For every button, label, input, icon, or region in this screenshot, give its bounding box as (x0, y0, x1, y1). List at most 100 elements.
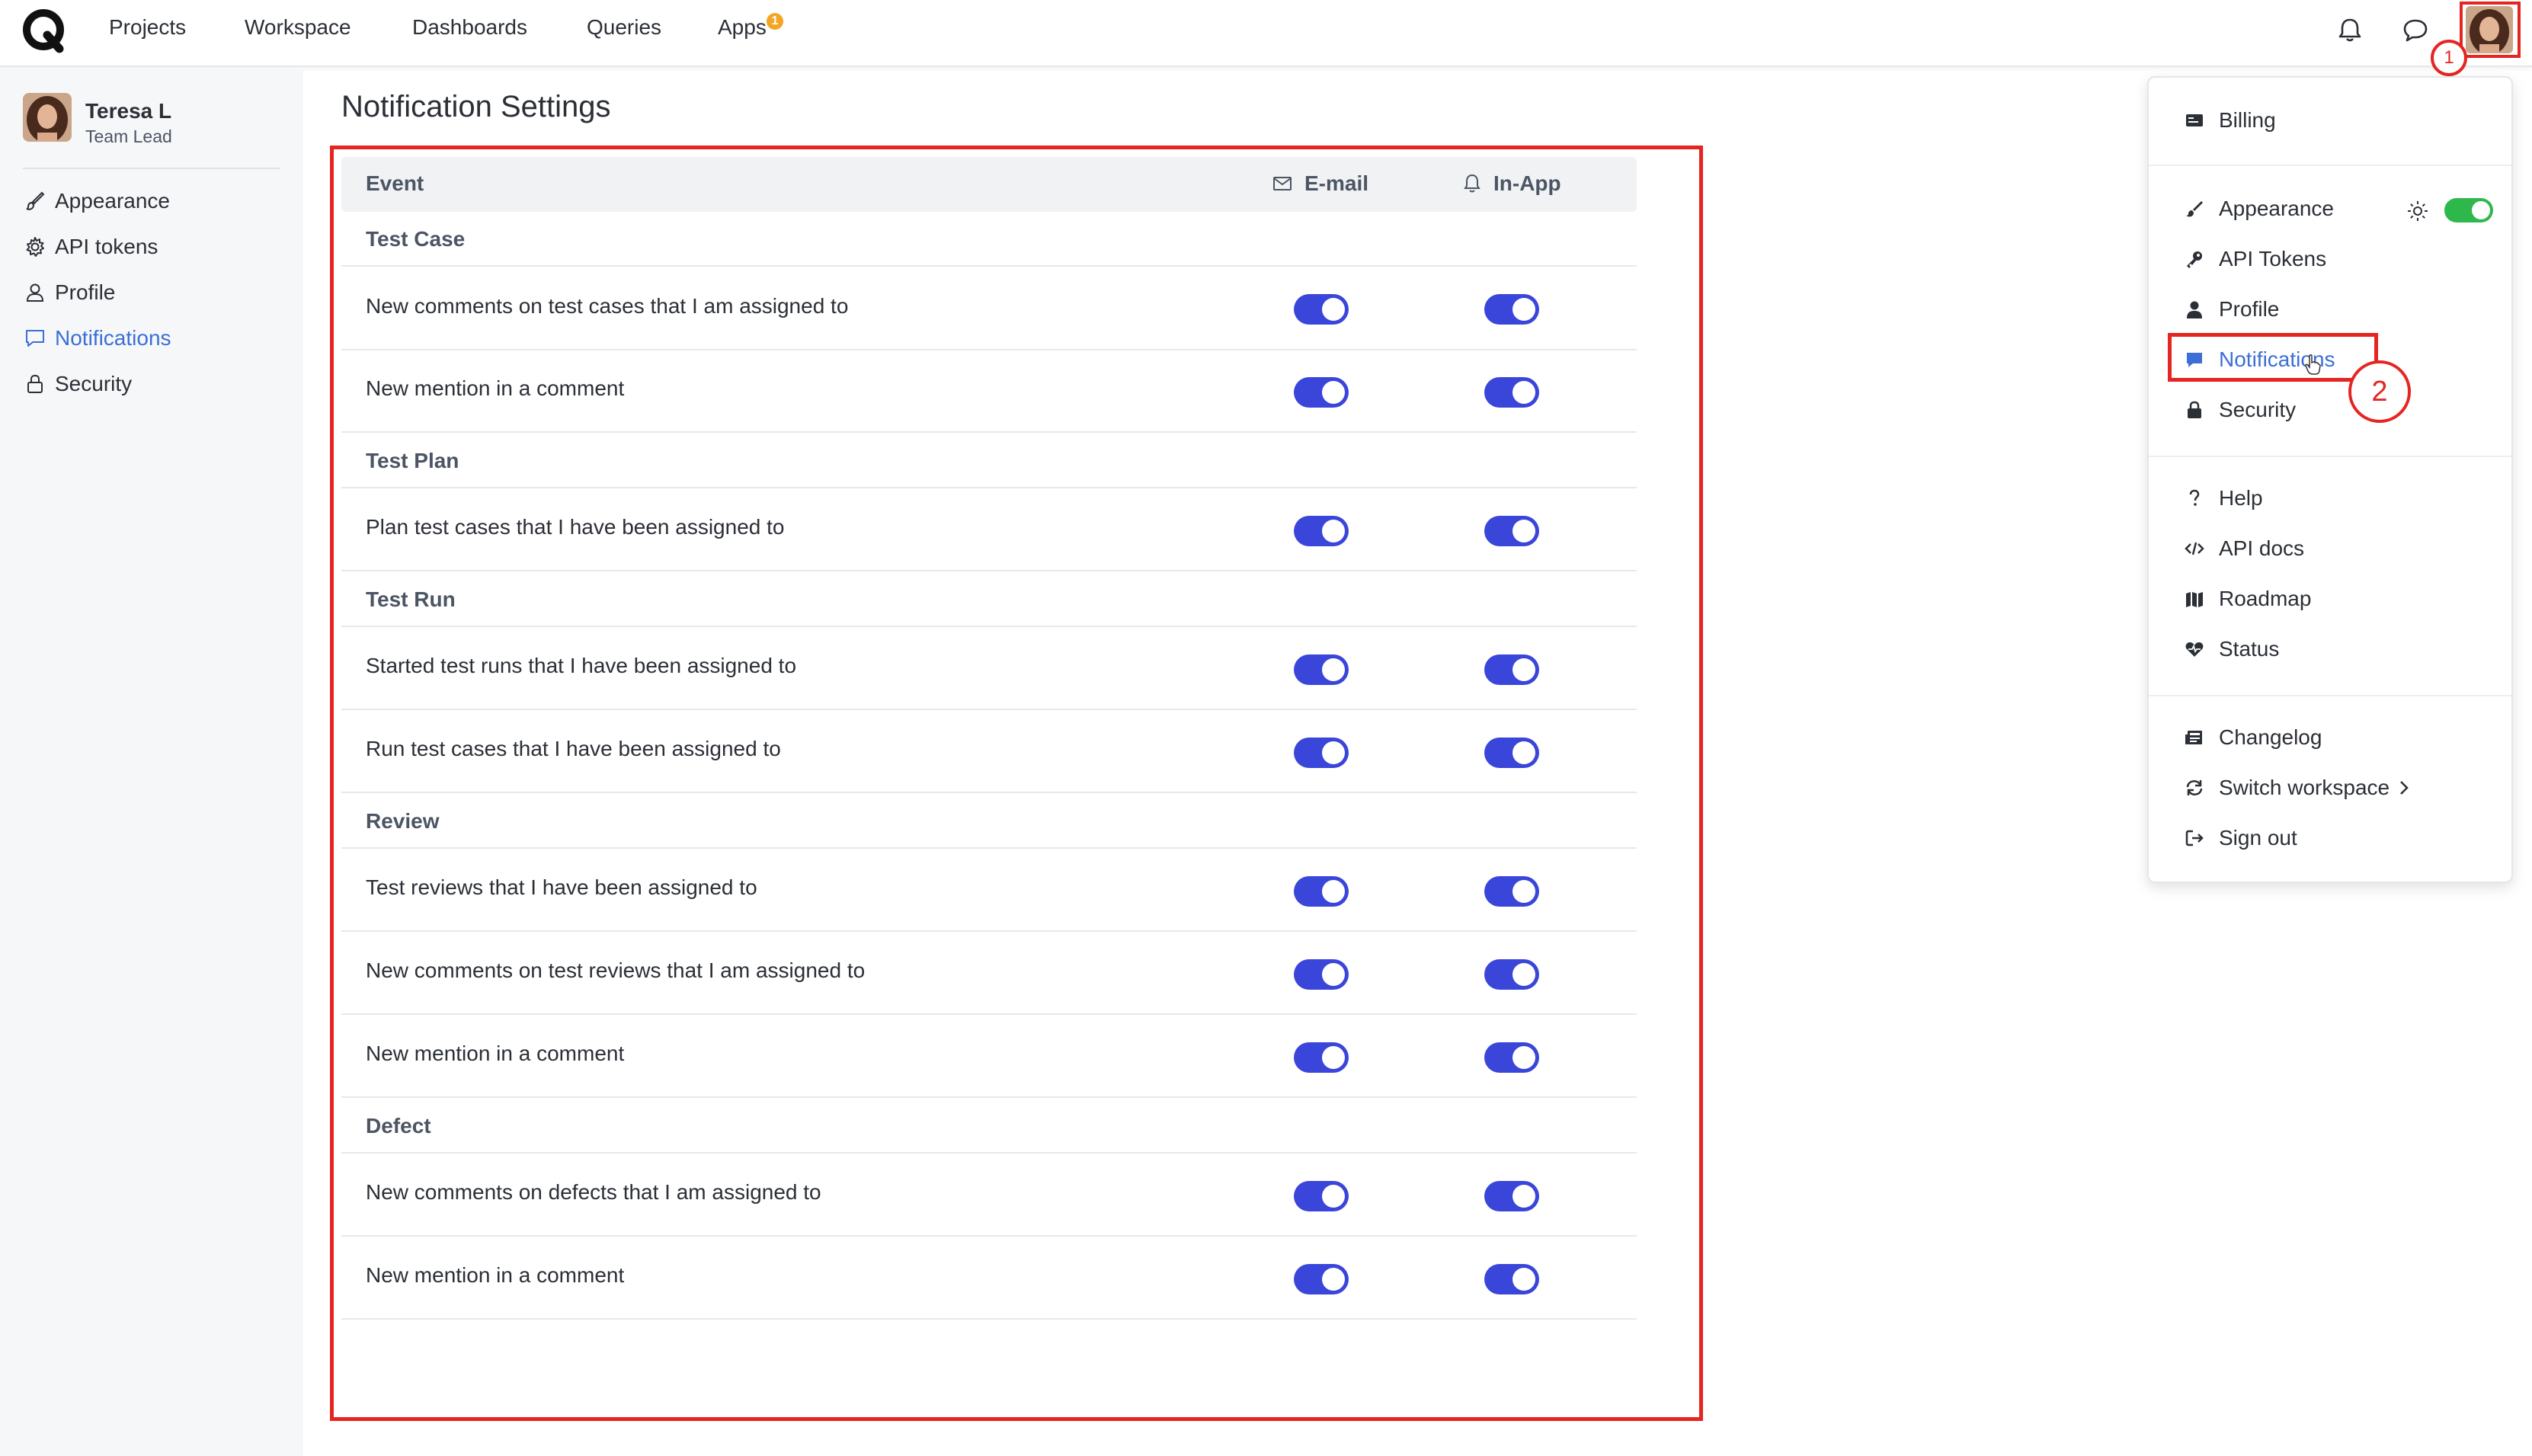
row-divider (341, 792, 1637, 793)
nav-apps[interactable]: Apps (718, 15, 767, 40)
inapp-toggle[interactable] (1484, 516, 1539, 546)
code-icon (2185, 542, 2204, 555)
table-row-label: New mention in a comment (366, 1263, 625, 1287)
annotation-marker-2: 2 (2348, 360, 2411, 423)
sidebar-item-label: Profile (55, 280, 116, 304)
nav-workspace[interactable]: Workspace (245, 15, 351, 40)
menu-separator (2149, 165, 2511, 166)
email-toggle[interactable] (1294, 654, 1349, 685)
card-icon (2186, 114, 2203, 126)
bell-icon[interactable] (2333, 14, 2367, 47)
sidebar-item-label: Notifications (55, 326, 171, 350)
email-toggle[interactable] (1294, 738, 1349, 768)
email-toggle[interactable] (1294, 377, 1349, 408)
avatar[interactable] (2466, 6, 2513, 53)
table-row-label: Plan test cases that I have been assigne… (366, 515, 785, 539)
chat-icon (26, 330, 44, 347)
menu-item-help[interactable]: Help (2184, 486, 2263, 510)
table-row-label: New comments on test cases that I am ass… (366, 294, 849, 318)
sidebar-item-api-tokens[interactable]: API tokens (23, 235, 158, 259)
sidebar-item-notifications[interactable]: Notifications (23, 326, 171, 350)
menu-item-security[interactable]: Security (2184, 398, 2296, 422)
email-toggle[interactable] (1294, 876, 1349, 907)
inapp-toggle[interactable] (1484, 1264, 1539, 1294)
key-icon (2187, 251, 2202, 268)
row-divider (341, 349, 1637, 350)
user-icon (2187, 301, 2202, 318)
table-row-label: New comments on defects that I am assign… (366, 1180, 821, 1204)
inapp-toggle[interactable] (1484, 654, 1539, 685)
refresh-icon (2186, 779, 2203, 796)
mail-icon (1273, 177, 1292, 190)
app-logo[interactable] (21, 8, 69, 55)
table-row-label: Test reviews that I have been assigned t… (366, 875, 757, 899)
row-divider (341, 709, 1637, 710)
menu-item-api-docs[interactable]: API docs (2184, 536, 2304, 561)
nav-projects[interactable]: Projects (109, 15, 186, 40)
row-divider (341, 431, 1637, 433)
sidebar-item-security[interactable]: Security (23, 372, 132, 396)
email-toggle[interactable] (1294, 1264, 1349, 1294)
sun-icon (2408, 201, 2428, 221)
chat-icon[interactable] (2399, 14, 2432, 47)
menu-item-changelog[interactable]: Changelog (2184, 725, 2322, 750)
inapp-toggle[interactable] (1484, 1042, 1539, 1073)
group-heading-test-plan: Test Plan (366, 449, 459, 472)
brush-icon (2186, 201, 2203, 217)
inapp-toggle[interactable] (1484, 876, 1539, 907)
bell-icon (1464, 174, 1480, 193)
inapp-toggle[interactable] (1484, 294, 1539, 325)
apps-badge: 1 (767, 13, 783, 30)
top-navigation-bar: Projects Workspace Dashboards Queries Ap… (0, 0, 2532, 67)
menu-item-status[interactable]: Status (2184, 637, 2279, 661)
user-name: Teresa L (85, 99, 172, 123)
sidebar-divider (23, 168, 280, 169)
group-heading-review: Review (366, 809, 440, 833)
inapp-toggle[interactable] (1484, 738, 1539, 768)
email-toggle[interactable] (1294, 959, 1349, 990)
table-row-label: New mention in a comment (366, 376, 625, 400)
row-divider (341, 1235, 1637, 1237)
menu-item-profile[interactable]: Profile (2184, 297, 2279, 322)
user-avatar (23, 93, 72, 142)
map-icon (2186, 592, 2203, 607)
brush-icon (26, 191, 45, 210)
nav-queries[interactable]: Queries (587, 15, 661, 40)
column-header-inapp: In-App (1460, 171, 1561, 196)
menu-item-billing[interactable]: Billing (2184, 108, 2276, 133)
row-divider (341, 1318, 1637, 1320)
column-header-email: E-mail (1271, 171, 1368, 196)
notification-table-highlight (330, 146, 1703, 1421)
row-divider (341, 1096, 1637, 1098)
inapp-toggle[interactable] (1484, 377, 1539, 408)
group-heading-test-case: Test Case (366, 227, 466, 251)
email-toggle[interactable] (1294, 1181, 1349, 1211)
table-row-label: Run test cases that I have been assigned… (366, 737, 781, 760)
column-header-event: Event (366, 171, 424, 195)
sign-out-icon (2185, 830, 2204, 846)
annotation-marker-1: 1 (2431, 40, 2467, 76)
nav-dashboards[interactable]: Dashboards (412, 15, 527, 40)
inapp-toggle[interactable] (1484, 1181, 1539, 1211)
heart-pulse-icon (2185, 642, 2204, 657)
newspaper-icon (2185, 731, 2202, 744)
page-title: Notification Settings (341, 90, 611, 123)
sidebar-item-appearance[interactable]: Appearance (23, 189, 170, 213)
email-toggle[interactable] (1294, 1042, 1349, 1073)
menu-item-appearance[interactable]: Appearance (2184, 197, 2334, 221)
lock-icon (27, 374, 43, 393)
sidebar-item-profile[interactable]: Profile (23, 280, 115, 305)
menu-item-sign-out[interactable]: Sign out (2184, 826, 2297, 850)
sidebar-item-label: Security (55, 372, 133, 395)
email-toggle[interactable] (1294, 294, 1349, 325)
email-toggle[interactable] (1294, 516, 1349, 546)
theme-toggle[interactable] (2444, 198, 2493, 222)
notifications-highlight-box (2168, 333, 2378, 382)
row-divider (341, 1013, 1637, 1015)
table-header: Event E-mail In-App (341, 157, 1637, 212)
menu-item-roadmap[interactable]: Roadmap (2184, 587, 2311, 611)
menu-item-api-tokens[interactable]: API Tokens (2184, 247, 2326, 271)
menu-item-switch-workspace[interactable]: Switch workspace (2184, 776, 2412, 800)
row-divider (341, 265, 1637, 267)
inapp-toggle[interactable] (1484, 959, 1539, 990)
